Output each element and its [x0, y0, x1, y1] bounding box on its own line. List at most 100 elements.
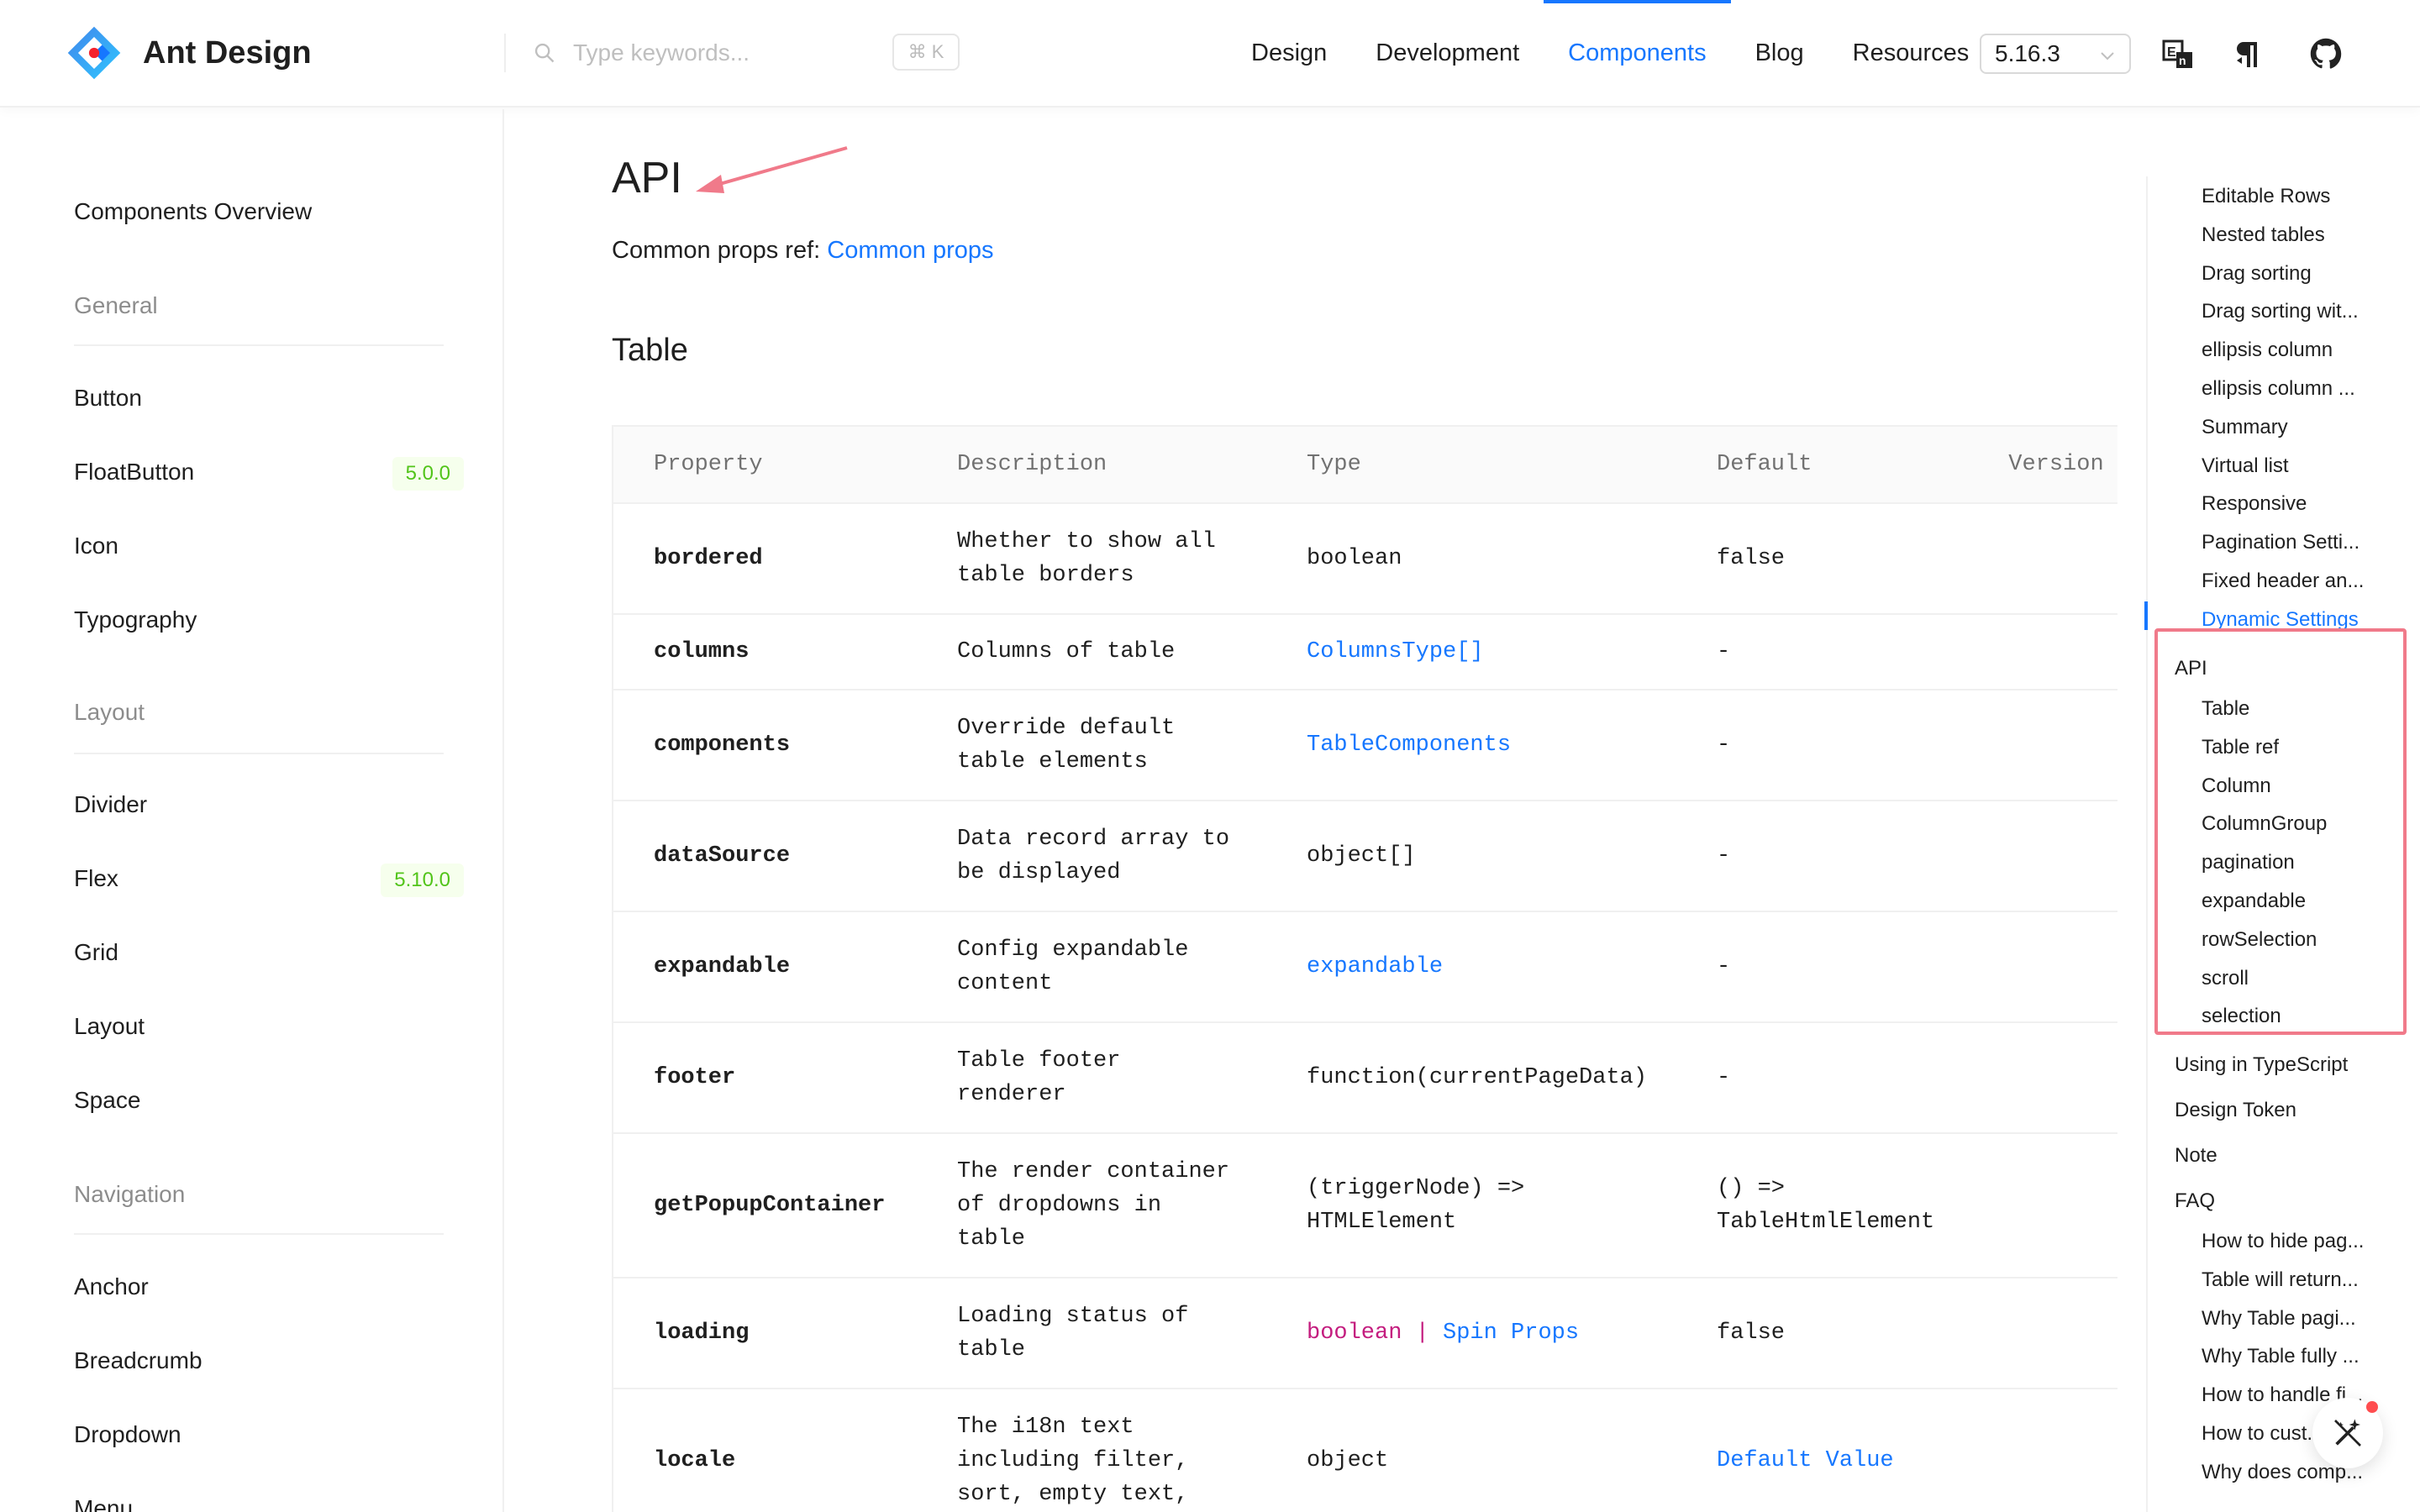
anchor-item-responsive[interactable]: Responsive	[2202, 492, 2307, 516]
table-row: footer Table footer renderer function(cur…	[612, 1022, 2118, 1134]
anchor-item-ellipsis-column[interactable]: ellipsis column	[2202, 339, 2333, 362]
common-props-label: Common props ref:	[612, 237, 821, 264]
anchor-item-pagination-setti[interactable]: Pagination Setti...	[2202, 531, 2360, 554]
type-cell: ColumnsType[]	[1266, 614, 1676, 690]
anchor-active-indicator	[2144, 601, 2148, 630]
type-cell: object	[1266, 1389, 1676, 1512]
anchor-item-drag-sorting[interactable]: Drag sorting	[2202, 262, 2312, 286]
notification-dot	[2366, 1401, 2378, 1413]
text-direction-icon[interactable]	[2232, 35, 2269, 72]
type-link[interactable]: Spin Props	[1443, 1320, 1579, 1346]
table-row: locale The i18n text including filter, sor…	[612, 1389, 2118, 1512]
property-cell: components	[612, 690, 917, 801]
default-cell: Default Value	[1676, 1389, 1969, 1512]
sidebar-item-flex[interactable]: Flex	[74, 865, 118, 892]
sidebar-item-anchor[interactable]: Anchor	[74, 1273, 149, 1300]
version-cell	[1968, 1278, 2118, 1389]
anchor-item-virtual-list[interactable]: Virtual list	[2202, 454, 2289, 478]
sidebar-item-floatbutton[interactable]: FloatButton	[74, 459, 194, 486]
type-link[interactable]: expandable	[1307, 954, 1443, 979]
search-box[interactable]: ⌘ K	[529, 30, 960, 76]
anchor-item-how-to-cust[interactable]: How to cust...	[2202, 1422, 2323, 1446]
sidebar-item-layout[interactable]: Layout	[74, 1013, 145, 1040]
anchor-rail	[2146, 176, 2148, 1512]
annotation-highlight-box	[2154, 628, 2407, 1035]
default-cell: -	[1676, 1022, 1969, 1134]
nav-development[interactable]: Development	[1351, 0, 1544, 106]
description-cell: The render container of dropdowns in table	[917, 1133, 1266, 1278]
property-cell: columns	[612, 614, 917, 690]
logo[interactable]: Ant Design	[66, 24, 312, 82]
sidebar-item-components-overview[interactable]: Components Overview	[74, 198, 312, 225]
description-cell: Data record array to be displayed	[917, 801, 1266, 912]
type-link[interactable]: ColumnsType[]	[1307, 639, 1484, 664]
type-cell: object[]	[1266, 801, 1676, 912]
anchor-item-editable-rows[interactable]: Editable Rows	[2202, 185, 2330, 208]
default-cell: () => TableHtmlElement	[1676, 1133, 1969, 1278]
anchor-item-faq[interactable]: FAQ	[2175, 1189, 2215, 1213]
type-cell: function(currentPageData)	[1266, 1022, 1676, 1134]
property-cell: expandable	[612, 911, 917, 1023]
anchor-item-note[interactable]: Note	[2175, 1144, 2217, 1168]
ai-assistant-button[interactable]	[2312, 1398, 2383, 1468]
default-value-link[interactable]: Default Value	[1717, 1448, 1894, 1473]
sidebar-divider	[74, 344, 444, 346]
type-cell: boolean	[1266, 503, 1676, 615]
language-switch-icon[interactable]: E n	[2160, 35, 2196, 72]
api-table: Property Description Type Default Versio…	[612, 425, 2118, 1512]
default-cell: -	[1676, 690, 1969, 801]
ant-design-logo-icon	[67, 26, 121, 80]
nav-blog[interactable]: Blog	[1731, 0, 1828, 106]
anchor-item-why-table-fully[interactable]: Why Table fully ...	[2202, 1345, 2360, 1368]
sidebar-item-space[interactable]: Space	[74, 1087, 140, 1114]
sidebar-item-breadcrumb[interactable]: Breadcrumb	[74, 1347, 203, 1374]
anchor-item-design-token[interactable]: Design Token	[2175, 1099, 2296, 1122]
nav-design[interactable]: Design	[1227, 0, 1351, 106]
sidebar-item-typography[interactable]: Typography	[74, 606, 197, 633]
nav-resources[interactable]: Resources	[1828, 0, 1994, 106]
table-row: expandable Config expandable content expa…	[612, 911, 2118, 1023]
type-cell: expandable	[1266, 911, 1676, 1023]
sidebar-item-grid[interactable]: Grid	[74, 939, 118, 966]
anchor-item-nested-tables[interactable]: Nested tables	[2202, 223, 2325, 247]
sidebar-item-icon[interactable]: Icon	[74, 533, 118, 559]
sidebar-item-divider[interactable]: Divider	[74, 791, 147, 818]
sidebar-item-menu[interactable]: Menu	[74, 1495, 133, 1512]
anchor-item-why-table-pagi[interactable]: Why Table pagi...	[2202, 1307, 2356, 1331]
common-props-link[interactable]: Common props	[827, 237, 993, 264]
description-cell: Config expandable content	[917, 911, 1266, 1023]
default-cell: false	[1676, 503, 1969, 615]
anchor-item-table-will-return[interactable]: Table will return...	[2202, 1268, 2359, 1292]
table-row: getPopupContainer The render container of…	[612, 1133, 2118, 1278]
description-cell: Override default table elements	[917, 690, 1266, 801]
search-input[interactable]	[573, 39, 876, 66]
common-props-ref: Common props ref: Common props	[612, 237, 994, 265]
sidebar-item-button[interactable]: Button	[74, 385, 142, 412]
table-row: loading Loading status of table boolean |…	[612, 1278, 2118, 1389]
table-row: bordered Whether to show all table border…	[612, 503, 2118, 615]
column-header: Description	[917, 425, 1266, 504]
anchor-item-ellipsis-column[interactable]: ellipsis column ...	[2202, 377, 2355, 401]
anchor-item-how-to-hide-pag[interactable]: How to hide pag...	[2202, 1230, 2364, 1253]
anchor-item-using-in-typescript[interactable]: Using in TypeScript	[2175, 1053, 2348, 1077]
column-header: Default	[1676, 425, 1969, 504]
description-cell: The i18n text including filter, sort, empt…	[917, 1389, 1266, 1512]
sidebar-group-general: General	[74, 292, 158, 318]
description-cell: Whether to show all table borders	[917, 503, 1266, 615]
sidebar-divider	[74, 753, 444, 754]
version-select[interactable]: 5.16.3	[1980, 34, 2131, 74]
nav-components[interactable]: Components	[1544, 0, 1732, 106]
github-icon[interactable]	[2307, 35, 2344, 72]
anchor-item-drag-sorting-wit[interactable]: Drag sorting wit...	[2202, 300, 2359, 323]
version-cell	[1968, 690, 2118, 801]
anchor-item-summary[interactable]: Summary	[2202, 416, 2288, 439]
anchor-item-fixed-header-an[interactable]: Fixed header an...	[2202, 570, 2364, 593]
sidebar-item-dropdown[interactable]: Dropdown	[74, 1421, 182, 1448]
main-content: API Common props ref: Common props Table…	[504, 109, 2143, 1512]
sidebar-group-layout: Layout	[74, 699, 145, 725]
table-header-row: Property Description Type Default Versio…	[612, 425, 2118, 504]
property-cell: getPopupContainer	[612, 1133, 917, 1278]
default-cell: -	[1676, 614, 1969, 690]
property-cell: dataSource	[612, 801, 917, 912]
type-link[interactable]: TableComponents	[1307, 732, 1511, 758]
